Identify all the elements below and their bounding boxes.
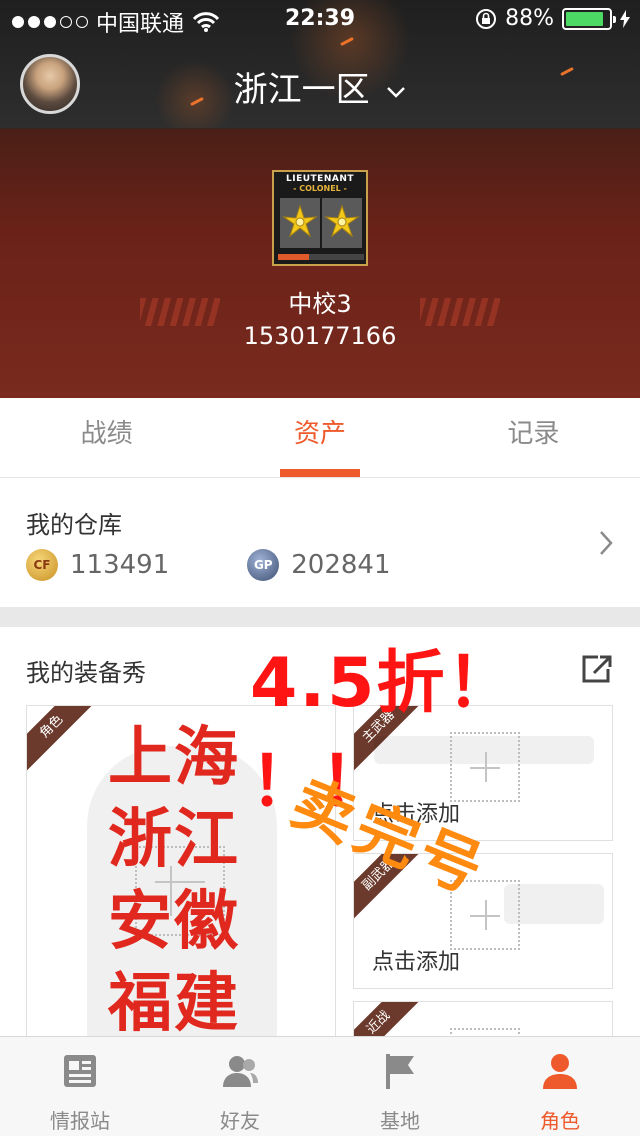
- section-divider: [0, 607, 640, 627]
- nav-label: 好友: [220, 1109, 260, 1133]
- rotation-lock-icon: [476, 8, 497, 29]
- card-tag: 近战: [354, 1002, 428, 1036]
- profile-header: 中国联通 22:39 88% 浙江一区 LIEUTENANT - COLONEL…: [0, 0, 640, 398]
- nav-news[interactable]: 情报站: [0, 1037, 160, 1136]
- chevron-right-icon: [600, 531, 613, 555]
- rank-badge: LIEUTENANT - COLONEL -: [272, 170, 368, 266]
- add-label: 点击添加: [372, 950, 461, 975]
- nav-label: 基地: [380, 1109, 420, 1133]
- person-icon: [543, 1054, 577, 1089]
- bottom-nav: 情报站 好友 基地 角色: [0, 1036, 640, 1136]
- gp-coin-icon: GP: [247, 549, 280, 581]
- add-icon[interactable]: [450, 1028, 520, 1036]
- equip-card-melee[interactable]: 近战: [353, 1001, 613, 1036]
- tab-bar: 战绩 资产 记录: [0, 398, 640, 478]
- chevron-down-icon: [387, 86, 406, 98]
- region-label: 福建: [108, 967, 240, 1036]
- gp-points: 202841: [291, 550, 391, 580]
- equipment-title: 我的装备秀: [26, 659, 146, 687]
- tab-assets[interactable]: 资产: [213, 398, 426, 477]
- nav-friends[interactable]: 好友: [160, 1037, 320, 1136]
- rank-progress: [278, 254, 364, 260]
- rank-badge-line2: - COLONEL -: [293, 184, 347, 193]
- equipment-section: 我的装备秀 角色 主武器 点击添加 副武器 点击添加 近战 4.5折！ ！！ 上…: [0, 627, 640, 1036]
- cf-coin-icon: CF: [26, 549, 58, 581]
- nav-character[interactable]: 角色: [480, 1037, 640, 1136]
- server-name: 浙江一区: [233, 70, 370, 110]
- charging-icon: [620, 9, 630, 28]
- rank-stars-icon: [278, 198, 364, 252]
- regions-overlay: 上海 浙江 安徽 福建: [108, 717, 258, 1036]
- news-icon: [64, 1055, 96, 1087]
- warehouse-row[interactable]: 我的仓库 CF 113491 GP 202841: [0, 479, 640, 607]
- server-selector[interactable]: 浙江一区: [0, 62, 640, 111]
- region-label: 上海: [108, 721, 240, 795]
- flag-icon: [386, 1054, 414, 1089]
- battery-percent: 88%: [505, 6, 554, 31]
- tab-record[interactable]: 战绩: [0, 398, 213, 477]
- status-bar: 中国联通 22:39 88%: [0, 0, 640, 40]
- region-label: 安徽: [108, 885, 240, 959]
- nav-label: 角色: [540, 1109, 580, 1133]
- battery-icon: [562, 7, 616, 30]
- card-tag: 角色: [27, 706, 101, 776]
- rank-name: 中校3: [288, 290, 352, 318]
- screen: 中国联通 22:39 88% 浙江一区 LIEUTENANT - COLONEL…: [0, 0, 640, 1136]
- nav-base[interactable]: 基地: [320, 1037, 480, 1136]
- friends-icon: [223, 1056, 258, 1087]
- tab-history[interactable]: 记录: [427, 398, 640, 477]
- user-id: 1530177166: [243, 322, 397, 350]
- nav-label: 情报站: [50, 1109, 110, 1133]
- region-label: 浙江: [108, 803, 240, 877]
- warehouse-title: 我的仓库: [26, 511, 122, 539]
- rank-badge-line1: LIEUTENANT: [286, 174, 354, 184]
- cf-points: 113491: [70, 550, 170, 580]
